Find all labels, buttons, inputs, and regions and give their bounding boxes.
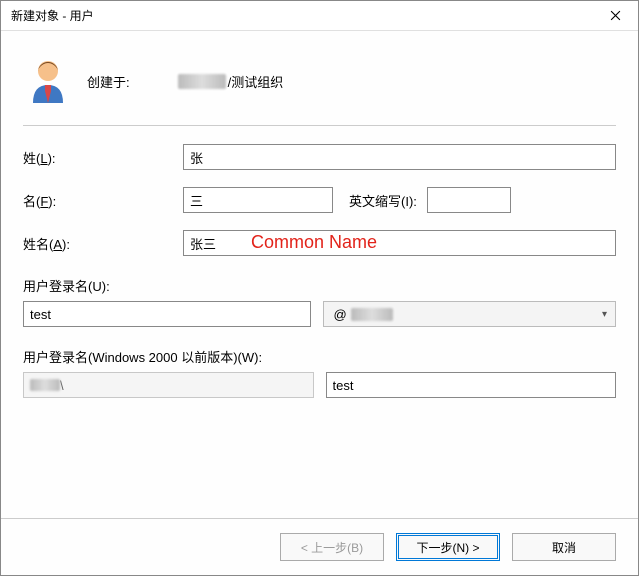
user-icon	[27, 57, 69, 105]
dialog-body: 创建于: /测试组织 姓(L): 名(F): 英文缩写(I):	[1, 31, 638, 518]
name-form: 姓(L): 名(F): 英文缩写(I): 姓名(A):	[23, 144, 616, 256]
next-button[interactable]: 下一步(N) >	[396, 533, 500, 561]
window-title: 新建对象 - 用户	[11, 7, 94, 24]
last-name-input[interactable]	[183, 144, 616, 170]
header-row: 创建于: /测试组织	[23, 49, 616, 125]
cancel-button[interactable]: 取消	[512, 533, 616, 561]
first-name-label: 名(F):	[23, 191, 183, 210]
last-name-label: 姓(L):	[23, 148, 183, 167]
netbios-domain-readonly: \	[23, 372, 314, 398]
logon-2000-section: 用户登录名(Windows 2000 以前版本)(W): \	[23, 347, 616, 398]
logon-section: 用户登录名(U): @ ▾	[23, 276, 616, 327]
dialog-window: 新建对象 - 用户 创建于: /测试组织 姓(L):	[0, 0, 639, 576]
separator	[23, 125, 616, 126]
titlebar: 新建对象 - 用户	[1, 1, 638, 31]
logon-label: 用户登录名(U):	[23, 276, 616, 295]
domain-prefix: @	[334, 307, 347, 322]
initials-label: 英文缩写(I):	[349, 191, 417, 210]
created-in-path: /测试组织	[178, 72, 284, 91]
row-full-name: 姓名(A): Common Name	[23, 230, 616, 256]
row-first-name: 名(F): 英文缩写(I):	[23, 187, 616, 213]
initials-input[interactable]	[427, 187, 511, 213]
back-button: < 上一步(B)	[280, 533, 384, 561]
close-icon	[610, 10, 621, 21]
logon-2000-label: 用户登录名(Windows 2000 以前版本)(W):	[23, 347, 616, 366]
row-last-name: 姓(L):	[23, 144, 616, 170]
logon-name-input[interactable]	[23, 301, 311, 327]
logon-2000-input[interactable]	[326, 372, 617, 398]
close-button[interactable]	[593, 1, 638, 31]
redacted-text	[30, 379, 60, 391]
first-name-input[interactable]	[183, 187, 333, 213]
full-name-input[interactable]	[183, 230, 616, 256]
footer: < 上一步(B) 下一步(N) > 取消	[1, 518, 638, 575]
redacted-text	[178, 74, 226, 89]
created-in-label: 创建于:	[87, 72, 130, 91]
chevron-down-icon: ▾	[602, 309, 607, 320]
redacted-text	[351, 308, 393, 321]
full-name-label: 姓名(A):	[23, 234, 183, 253]
path-suffix: /测试组织	[228, 72, 284, 91]
domain-select[interactable]: @ ▾	[323, 301, 617, 327]
